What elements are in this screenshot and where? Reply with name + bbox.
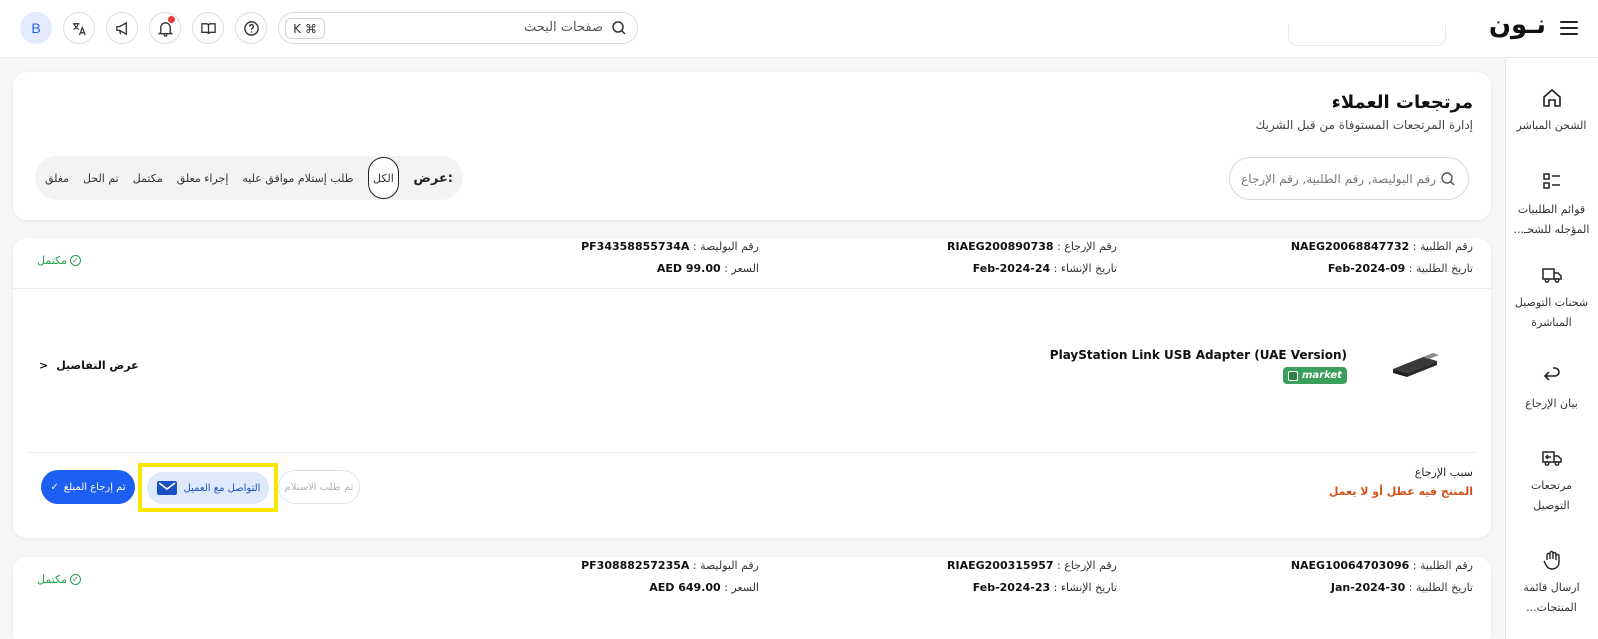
mail-icon bbox=[156, 481, 177, 495]
store-selector[interactable] bbox=[1288, 24, 1446, 46]
filter-chip-resolved[interactable]: تم الحل bbox=[83, 172, 119, 185]
top-bar: نـون صفحات البحث K ⌘ B bbox=[0, 0, 1598, 58]
filter-chip-pending-action[interactable]: إجراء معلق bbox=[177, 172, 229, 185]
check-icon: ✓ bbox=[50, 481, 59, 493]
kbd-key: K bbox=[293, 21, 301, 36]
divider bbox=[29, 452, 1475, 453]
return-number: رقم الإرجاع : RIAEG200890738 bbox=[947, 240, 1117, 253]
created-date: تاريخ الإنشاء : 24-Feb-2024 bbox=[972, 262, 1117, 275]
logo[interactable]: نـون bbox=[1489, 10, 1546, 40]
returns-header-card: مرتجعات العملاء إدارة المرتجعات المستوفا… bbox=[13, 72, 1491, 220]
sidebar-item-direct-shipping[interactable]: الشحن المباشر bbox=[1505, 86, 1598, 136]
order-date: تاريخ الطلبية : 30-Jan-2024 bbox=[1330, 581, 1473, 594]
status-badge: ✓ مكتمل bbox=[37, 254, 81, 267]
product-name[interactable]: PlayStation Link USB Adapter (UAE Versio… bbox=[1050, 348, 1347, 362]
sidebar: الشحن المباشر قوائم الطلبيات المؤجله للش… bbox=[1505, 58, 1598, 639]
sidebar-item-delivery-returns[interactable]: مرتجعات التوصيل bbox=[1505, 446, 1598, 516]
translate-icon bbox=[72, 22, 86, 35]
sidebar-item-return-manifest[interactable]: بيان الإرجاع bbox=[1505, 364, 1598, 414]
chevron-left-icon: < bbox=[39, 359, 49, 372]
keyboard-shortcut: K ⌘ bbox=[285, 18, 325, 39]
docs-button[interactable] bbox=[192, 12, 224, 44]
megaphone-icon bbox=[115, 21, 127, 35]
hand-icon bbox=[1542, 550, 1560, 570]
filter-chip-all[interactable]: الكل bbox=[367, 157, 400, 199]
store-icon bbox=[1288, 370, 1298, 381]
notifications-button[interactable] bbox=[149, 12, 181, 44]
order-number: رقم الطلبية : NAEG10064703096 bbox=[1290, 559, 1473, 572]
command-icon: ⌘ bbox=[304, 21, 317, 36]
return-reason-label: سبب الإرجاع bbox=[1414, 466, 1473, 479]
view-details-link[interactable]: عرض التفاصيل < bbox=[39, 359, 139, 372]
check-circle-icon: ✓ bbox=[69, 255, 81, 266]
notification-dot bbox=[168, 16, 175, 23]
search-placeholder: صفحات البحث bbox=[524, 20, 603, 35]
truck-icon bbox=[1541, 268, 1562, 283]
sidebar-item-label: شحنات التوصيل المباشرة bbox=[1514, 296, 1589, 329]
divider bbox=[13, 288, 1491, 289]
return-truck-icon bbox=[1541, 451, 1562, 466]
page-subtitle: إدارة المرتجعات المستوفاة من قبل الشريك bbox=[1255, 118, 1473, 132]
search-icon bbox=[1441, 172, 1455, 186]
help-icon bbox=[243, 20, 259, 36]
market-badge: market bbox=[1283, 367, 1347, 384]
awb-number: رقم البوليصة : PF30888257235A bbox=[581, 559, 759, 572]
price: السعر : AED 99.00 bbox=[656, 262, 759, 275]
search-icon bbox=[612, 21, 626, 35]
page-title: مرتجعات العملاء bbox=[1331, 92, 1473, 113]
filter-chip-pickup-approved[interactable]: طلب إستلام موافق عليه bbox=[242, 172, 353, 185]
return-reason-value: المنتج فيه عطل أو لا يعمل bbox=[1328, 485, 1473, 498]
home-icon bbox=[1542, 88, 1561, 107]
status-badge: ✓ مكتمل bbox=[37, 573, 81, 586]
search-placeholder: رقم البوليصة, رقم الطلبية, رقم الإرجاع bbox=[1241, 172, 1436, 186]
pickup-requested-button: تم طلب الاستلام bbox=[278, 470, 360, 504]
filter-chip-completed[interactable]: مكتمل bbox=[133, 172, 163, 185]
language-button[interactable] bbox=[63, 12, 95, 44]
sidebar-item-label: مرتجعات التوصيل bbox=[1530, 479, 1573, 512]
return-arrow-icon bbox=[1543, 367, 1560, 381]
awb-number: رقم البوليصة : PF34358855734A bbox=[581, 240, 759, 253]
return-order-card: رقم الطلبية : NAEG10064703096 تاريخ الطل… bbox=[13, 557, 1491, 639]
sidebar-item-label: بيان الإرجاع bbox=[1525, 397, 1578, 410]
list-icon bbox=[1542, 173, 1560, 189]
sidebar-item-label: الشحن المباشر bbox=[1516, 119, 1587, 132]
sidebar-item-label: قوائم الطلبيات المؤجله للشحـ... bbox=[1513, 203, 1590, 236]
filter-label: عرض: bbox=[413, 170, 453, 186]
avatar[interactable]: B bbox=[20, 12, 52, 44]
created-date: تاريخ الإنشاء : 23-Feb-2024 bbox=[972, 581, 1117, 594]
returns-search-input[interactable]: رقم البوليصة, رقم الطلبية, رقم الإرجاع bbox=[1229, 157, 1469, 200]
sidebar-item-send-products[interactable]: ارسال قائمة المنتجات... bbox=[1505, 548, 1598, 618]
price: السعر : AED 649.00 bbox=[649, 581, 759, 594]
menu-icon[interactable] bbox=[1558, 17, 1580, 39]
check-circle-icon: ✓ bbox=[69, 574, 81, 585]
refund-completed-button[interactable]: تم إرجاع المبلغ ✓ bbox=[41, 470, 135, 504]
highlight-frame: التواصل مع العميل bbox=[138, 463, 278, 512]
order-number: رقم الطلبية : NAEG20068847732 bbox=[1290, 240, 1473, 253]
return-order-card: رقم الطلبية : NAEG20068847732 تاريخ الطل… bbox=[13, 238, 1491, 538]
global-search[interactable]: صفحات البحث K ⌘ bbox=[278, 12, 638, 44]
sidebar-item-deferred-orders[interactable]: قوائم الطلبيات المؤجله للشحـ... bbox=[1505, 170, 1598, 240]
filter-chip-closed[interactable]: مغلق bbox=[45, 172, 69, 185]
sidebar-item-label: ارسال قائمة المنتجات... bbox=[1523, 581, 1580, 614]
return-number: رقم الإرجاع : RIAEG200315957 bbox=[947, 559, 1117, 572]
sidebar-item-direct-delivery[interactable]: شحنات التوصيل المباشرة bbox=[1505, 263, 1598, 333]
announcements-button[interactable] bbox=[106, 12, 138, 44]
help-button[interactable] bbox=[235, 12, 267, 44]
contact-customer-button[interactable]: التواصل مع العميل bbox=[147, 472, 269, 504]
status-filter-bar: عرض: الكل طلب إستلام موافق عليه إجراء مع… bbox=[35, 156, 463, 200]
product-image bbox=[1393, 353, 1439, 377]
book-icon bbox=[200, 22, 216, 34]
order-date: تاريخ الطلبية : 09-Feb-2024 bbox=[1327, 262, 1473, 275]
